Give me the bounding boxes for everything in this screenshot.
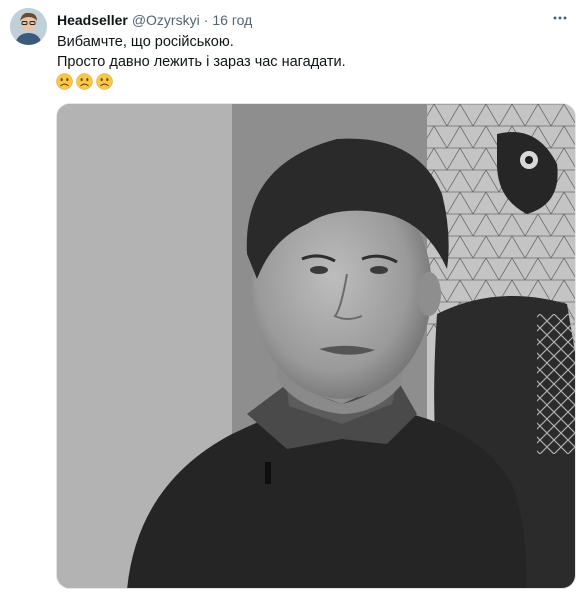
slightly-frowning-face-icon xyxy=(56,73,73,90)
tweet-text-line: Вибамчте, що російською. xyxy=(57,34,234,50)
avatar-image xyxy=(10,8,47,45)
tweet-text-line: Просто давно лежить і зараз час нагадати… xyxy=(57,54,346,70)
slightly-frowning-face-icon xyxy=(76,73,93,90)
tweet-media[interactable] xyxy=(56,103,576,589)
avatar[interactable] xyxy=(10,8,47,45)
slightly-frowning-face-icon xyxy=(96,73,113,90)
video-still-image xyxy=(57,104,575,588)
user-handle[interactable]: @Ozyrskyi xyxy=(132,12,200,28)
timestamp[interactable]: 16 год xyxy=(212,12,252,28)
tweet-header: Headseller @Ozyrskyi · 16 год xyxy=(57,10,252,30)
tweet-text: Вибамчте, що російською. Просто давно ле… xyxy=(57,32,346,72)
more-options-button[interactable] xyxy=(550,8,570,28)
emoji-row xyxy=(56,73,113,90)
tweet[interactable]: Headseller @Ozyrskyi · 16 год Вибамчте, … xyxy=(0,0,584,593)
separator-dot: · xyxy=(203,12,209,28)
more-horizontal-icon xyxy=(553,16,567,20)
display-name[interactable]: Headseller xyxy=(57,12,128,28)
